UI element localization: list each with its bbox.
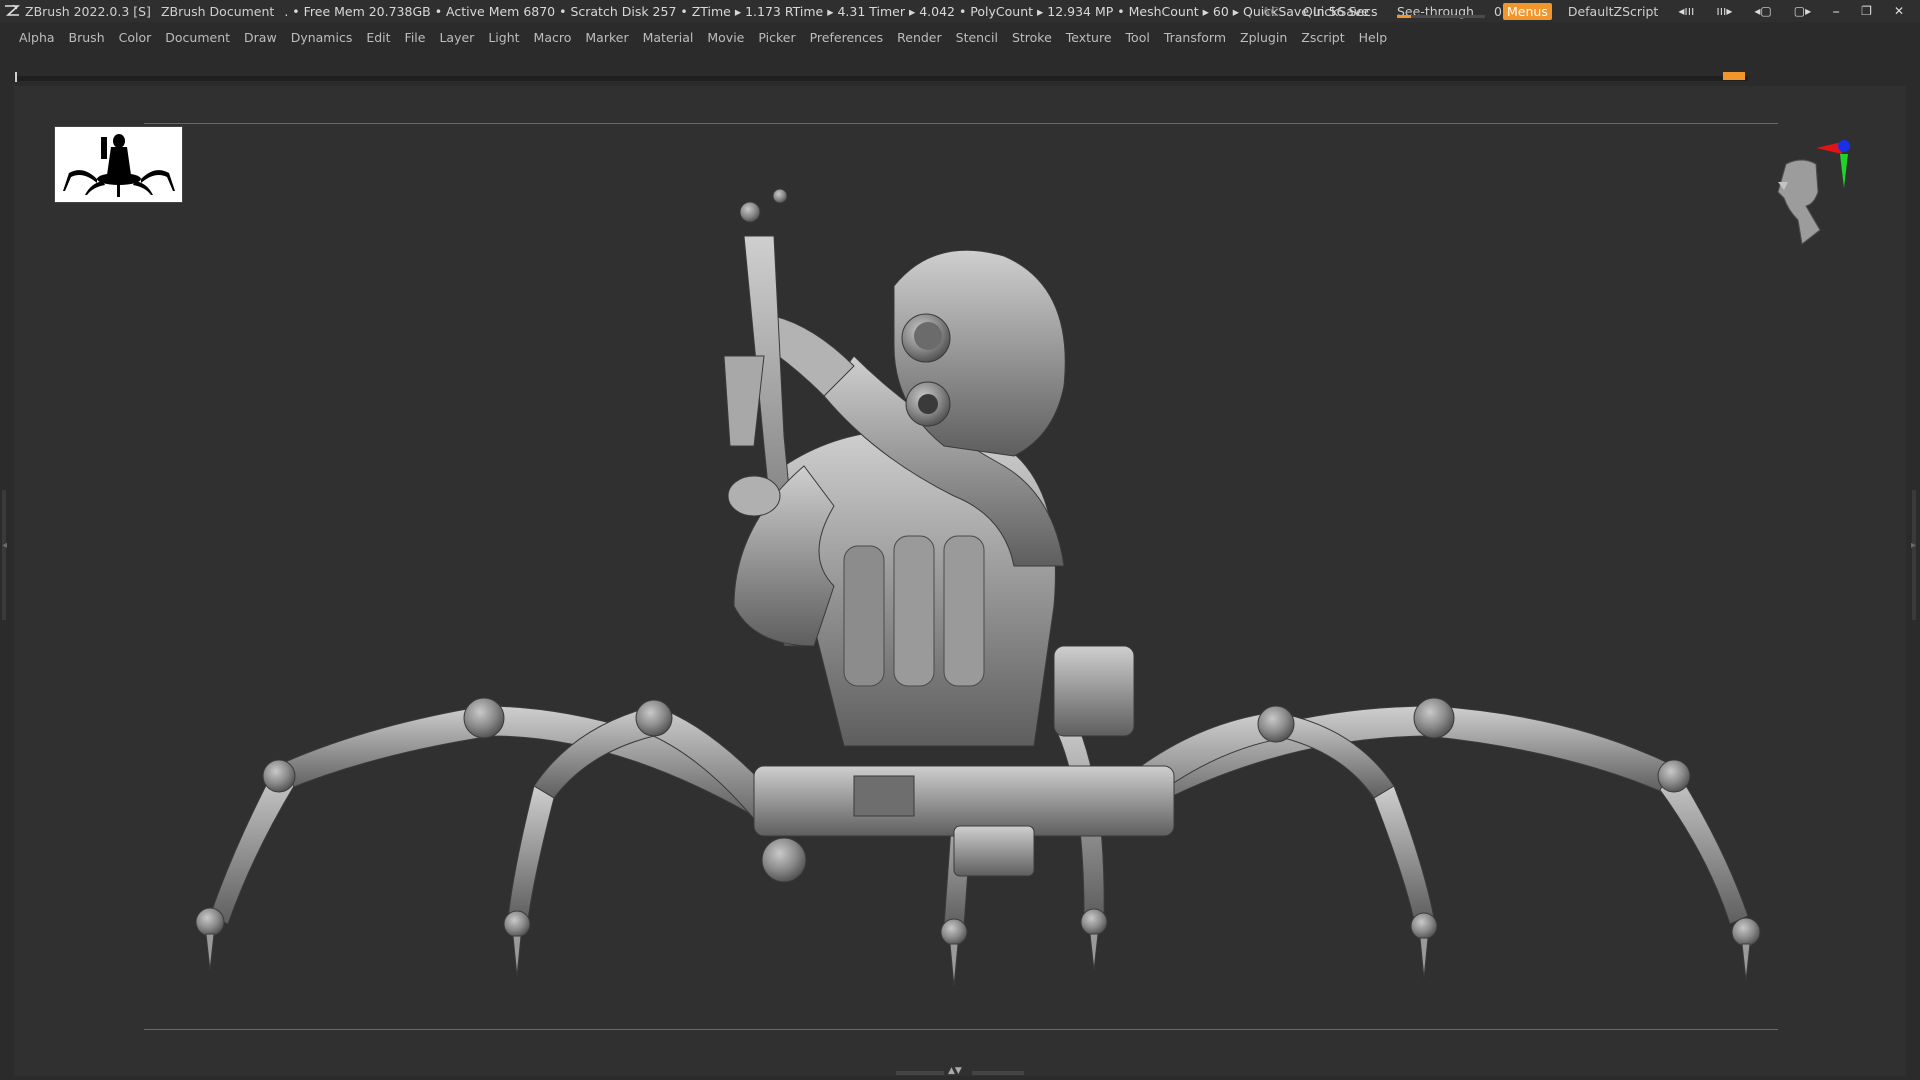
menu-macro[interactable]: Macro: [527, 30, 579, 45]
menu-draw[interactable]: Draw: [237, 30, 284, 45]
menu-zscript[interactable]: Zscript: [1294, 30, 1351, 45]
right-tray-handle[interactable]: [1912, 490, 1916, 620]
menu-edit[interactable]: Edit: [359, 30, 397, 45]
soldier-support-arm: [727, 465, 835, 647]
main-menu-bar: Alpha Brush Color Document Draw Dynamics Edit F…: [0, 24, 1920, 50]
window-controls: ◂ııı ııı▸ ◂▢ ▢▸ ⎯ ❐ ✕: [1678, 4, 1914, 19]
orientation-head-icon: [1777, 159, 1821, 245]
navigation-gizmo-icon[interactable]: [1758, 120, 1878, 250]
see-through-track[interactable]: [1397, 14, 1485, 18]
see-through-slider[interactable]: See-through 0: [1393, 4, 1502, 19]
dock-right-icon[interactable]: ▢▸: [1794, 4, 1811, 19]
menu-alpha[interactable]: Alpha: [12, 30, 62, 45]
title-bar: ZBrush 2022.0.3 [S] ZBrush Document . • …: [0, 0, 1920, 22]
menu-color[interactable]: Color: [112, 30, 159, 45]
mech-legs-right: [1093, 697, 1761, 981]
app-version: ZBrush 2022.0.3 [S]: [25, 3, 151, 19]
menu-dynamics[interactable]: Dynamics: [284, 30, 360, 45]
close-icon[interactable]: ✕: [1894, 4, 1904, 19]
menu-material[interactable]: Material: [636, 30, 701, 45]
menu-picker[interactable]: Picker: [751, 30, 802, 45]
left-tray-arrow-icon[interactable]: ◂: [2, 540, 7, 551]
menu-help[interactable]: Help: [1352, 30, 1395, 45]
zbrush-logo-icon[interactable]: [3, 2, 21, 20]
left-tray-handle[interactable]: [2, 490, 6, 620]
layout-right-icon[interactable]: ııı▸: [1716, 4, 1732, 19]
bottom-tray-left-segment: [896, 1071, 944, 1075]
3d-model-viewport[interactable]: [14, 86, 1906, 1076]
ac-toggle[interactable]: AC: [1262, 4, 1279, 19]
menu-zplugin[interactable]: Zplugin: [1233, 30, 1294, 45]
quicksave-button[interactable]: QuickSave: [1303, 4, 1369, 19]
menu-document[interactable]: Document: [158, 30, 237, 45]
layout-left-icon[interactable]: ◂ııı: [1678, 4, 1694, 19]
menu-stroke[interactable]: Stroke: [1005, 30, 1059, 45]
menu-render[interactable]: Render: [890, 30, 949, 45]
see-through-value: 0: [1493, 3, 1502, 19]
dock-left-icon[interactable]: ◂▢: [1754, 4, 1771, 19]
document-canvas[interactable]: [14, 86, 1906, 1076]
timeline-track[interactable]: [14, 76, 1748, 81]
minimize-icon[interactable]: ⎯: [1833, 4, 1839, 19]
menus-button[interactable]: Menus: [1503, 2, 1552, 20]
document-name: ZBrush Document: [160, 3, 275, 19]
timeline-start-tick: [15, 72, 17, 82]
menu-movie[interactable]: Movie: [700, 30, 751, 45]
menu-stencil[interactable]: Stencil: [949, 30, 1005, 45]
bottom-tray-right-segment: [972, 1071, 1024, 1075]
bottom-tray-toggle-icon[interactable]: ▲▼: [948, 1066, 962, 1076]
see-through-fill: [1397, 14, 1411, 18]
menu-file[interactable]: File: [398, 30, 433, 45]
menu-tool[interactable]: Tool: [1119, 30, 1157, 45]
right-tray-arrow-icon[interactable]: ▸: [1911, 540, 1916, 551]
menu-texture[interactable]: Texture: [1059, 30, 1119, 45]
memory-stats: . • Free Mem 20.738GB • Active Mem 6870 …: [284, 3, 1378, 19]
menu-layer[interactable]: Layer: [432, 30, 481, 45]
timeline[interactable]: [14, 72, 1748, 84]
bottom-tray-handle[interactable]: ▲▼: [896, 1066, 1024, 1076]
menu-brush[interactable]: Brush: [62, 30, 112, 45]
menu-transform[interactable]: Transform: [1157, 30, 1233, 45]
menu-marker[interactable]: Marker: [578, 30, 635, 45]
mech-belt: [753, 765, 1175, 883]
menu-preferences[interactable]: Preferences: [803, 30, 891, 45]
default-zscript-button[interactable]: DefaultZScript: [1568, 4, 1659, 19]
mech-legs-left: [195, 697, 785, 977]
titlebar-right-controls: AC QuickSave See-through 0 Menus Default…: [1248, 0, 1920, 22]
menu-light[interactable]: Light: [481, 30, 526, 45]
restore-icon[interactable]: ❐: [1861, 4, 1872, 19]
timeline-marker[interactable]: [1723, 72, 1745, 80]
